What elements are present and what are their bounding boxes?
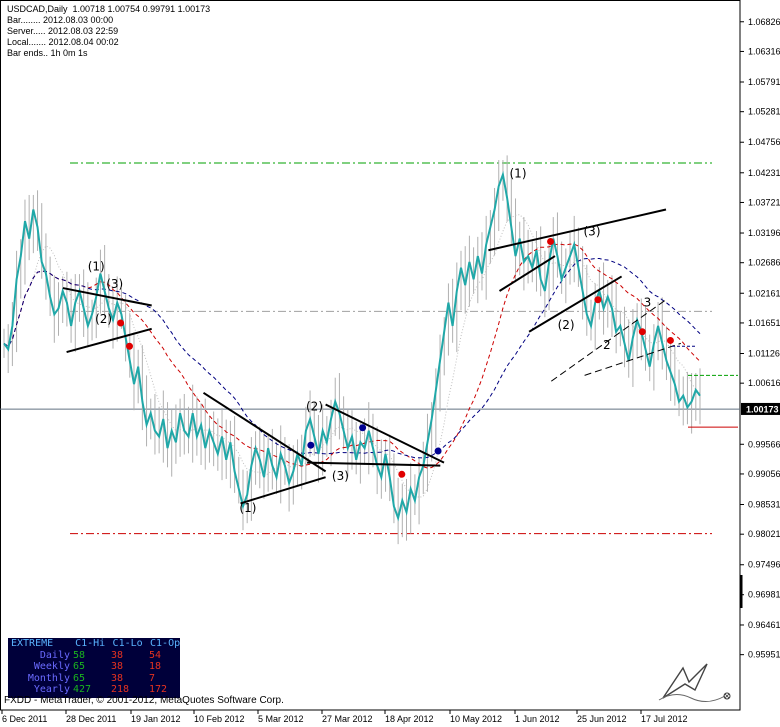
y-tick-label: 0.98531	[748, 500, 780, 510]
stats-row-monthly: Monthly 65 38 7	[8, 673, 180, 685]
signal-dot-9	[666, 336, 674, 344]
signal-dot-5	[434, 447, 442, 455]
y-tick-label: 1.01651	[748, 318, 780, 328]
y-tick-label: 1.02161	[748, 288, 780, 298]
wave-label: 3	[644, 296, 652, 310]
y-tick-label: 1.04231	[748, 168, 780, 178]
stats-cell: 65	[73, 661, 86, 672]
y-tick-label: 1.06826	[748, 17, 780, 27]
stats-row-label: Monthly	[27, 672, 70, 684]
wave-label: (3)	[106, 277, 123, 291]
stats-header-c1lo: C1-Lo	[112, 638, 143, 649]
y-tick-label: 0.99566	[748, 439, 780, 449]
stats-cell: 58	[73, 649, 86, 661]
stats-cell: 54	[149, 649, 162, 661]
x-tick-label: 10 May 2012	[450, 714, 502, 724]
wave-label: (2)	[558, 318, 575, 332]
y-tick-label: 0.95951	[748, 650, 780, 660]
y-tick-label: 1.00616	[748, 378, 780, 388]
stats-cell: 172	[149, 684, 168, 695]
x-tick-label: 19 Jan 2012	[131, 714, 181, 724]
chart-info-panel: USDCAD,Daily 1.00718 1.00754 0.99791 1.0…	[7, 4, 210, 59]
stats-cell: 38	[111, 649, 124, 661]
x-tick-label: 17 Jul 2012	[641, 714, 688, 724]
stats-row-weekly: Weekly 65 38 18	[8, 661, 180, 673]
x-tick-label: 25 Jun 2012	[577, 714, 627, 724]
server-time: Server..... 2012.08.03 22:59	[7, 26, 119, 36]
stats-cell: 65	[73, 672, 86, 684]
stats-cell: 7	[149, 672, 156, 684]
x-tick-label: 28 Dec 2011	[66, 714, 116, 724]
wave-label: (1)	[88, 260, 105, 274]
signal-dot-7	[594, 296, 602, 304]
stats-row-daily: Daily 58 38 54	[8, 650, 180, 662]
x-tick-label: 1 Jun 2012	[515, 714, 560, 724]
stats-row-yearly: Yearly 427 218 172	[8, 684, 180, 696]
x-tick-label: 10 Feb 2012	[194, 714, 245, 724]
y-tick-label: 0.97496	[748, 560, 780, 570]
signal-dot-4	[398, 470, 406, 478]
stats-header-c1hi: C1-Hi	[75, 638, 106, 649]
stats-header-row: EXTREME C1-Hi C1-Lo C1-Op	[8, 638, 180, 650]
signal-dot-2	[307, 441, 315, 449]
bar-ends: Bar ends.. 1h 0m 1s	[7, 48, 88, 58]
stats-row-label: Daily	[39, 649, 70, 661]
signal-dot-8	[638, 328, 646, 336]
ohlc-bars	[3, 155, 701, 545]
y-tick-label: 0.98021	[748, 529, 780, 539]
y-tick-label: 1.05281	[748, 107, 780, 117]
brand-logo	[658, 663, 731, 702]
y-tick-label: 1.01126	[748, 348, 780, 358]
x-tick-label: 6 Dec 2011	[2, 714, 47, 724]
trend-line-3	[240, 476, 326, 505]
local-time: Local....... 2012.08.04 00:02	[7, 37, 119, 47]
bar-time: Bar........ 2012.08.03 00:00	[7, 15, 114, 25]
signal-dot-1	[126, 342, 133, 350]
stats-cell: 218	[111, 684, 130, 695]
y-tick-label: 1.02686	[748, 258, 780, 268]
y-tick-label: 1.04756	[748, 137, 780, 147]
stats-cell: 38	[111, 661, 124, 672]
signal-dot-3	[359, 424, 367, 432]
stats-header-label: EXTREME	[11, 638, 54, 649]
trend-line-1	[66, 327, 152, 354]
stats-header-c1op: C1-Op	[150, 638, 181, 649]
y-tick-label: 0.96461	[748, 620, 780, 630]
extreme-stats-table: EXTREME C1-Hi C1-Lo C1-Op Daily 58 38 54…	[8, 638, 180, 698]
y-tick-label: 1.05791	[748, 77, 780, 87]
stats-row-label: Yearly	[33, 684, 70, 695]
wave-label: (1)	[239, 501, 256, 515]
wave-label: 2	[603, 338, 611, 352]
wave-label: (2)	[306, 399, 323, 413]
copyright-text: FXDD - MetaTrader, © 2001-2012, MetaQuot…	[4, 695, 284, 706]
signal-dot-6	[547, 238, 555, 246]
stats-cell: 18	[149, 661, 162, 672]
x-tick-label: 18 Apr 2012	[385, 714, 434, 724]
price-chart[interactable]: (1)(3)(2)(2)(1)(3)(1)(3)(2)321.068261.06…	[0, 0, 780, 727]
y-tick-label: 1.06316	[748, 46, 780, 56]
wave-label: (3)	[584, 225, 601, 239]
wave-label: (2)	[95, 312, 112, 326]
stats-cell: 427	[73, 684, 92, 695]
stats-cell: 38	[111, 672, 124, 684]
signal-dot-0	[117, 319, 125, 327]
current-price-label: 1.00173	[746, 404, 779, 414]
y-tick-label: 0.99056	[748, 469, 780, 479]
wave-label: (1)	[510, 167, 527, 181]
stats-row-label: Weekly	[33, 661, 70, 672]
x-tick-label: 27 Mar 2012	[322, 714, 373, 724]
wave-label: (3)	[332, 469, 349, 483]
symbol-line: USDCAD,Daily 1.00718 1.00754 0.99791 1.0…	[7, 4, 211, 14]
y-tick-label: 0.96981	[748, 590, 780, 600]
chart-window: (1) (3) (2) (2) (1) (3) (1) (3) (2) 3 2 1.06826 1.06…	[0, 0, 780, 727]
y-tick-label: 1.03721	[748, 197, 780, 207]
x-tick-label: 5 Mar 2012	[258, 714, 304, 724]
y-tick-label: 1.03196	[748, 228, 780, 238]
